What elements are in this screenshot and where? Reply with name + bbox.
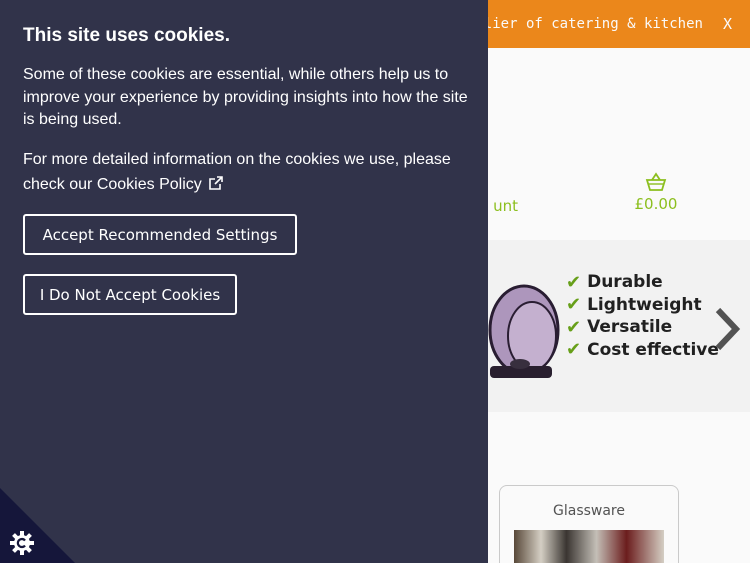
cookie-title: This site uses cookies.	[23, 25, 230, 46]
accept-recommended-settings-button[interactable]: Accept Recommended Settings	[23, 214, 297, 255]
cookie-description: Some of these cookies are essential, whi…	[23, 66, 468, 128]
external-link-icon	[208, 174, 224, 199]
cookies-policy-link-label: Cookies Policy	[96, 176, 202, 193]
cookie-policy-note: For more detailed information on the coo…	[23, 147, 473, 199]
gear-icon[interactable]	[9, 530, 35, 561]
cookie-policy-prefix: For more detailed information on the coo…	[23, 151, 451, 193]
decline-cookies-button[interactable]: I Do Not Accept Cookies	[23, 274, 237, 315]
cookies-policy-link[interactable]: Cookies Policy	[97, 176, 224, 193]
cookie-consent-panel: This site uses cookies. Some of these co…	[0, 0, 488, 563]
